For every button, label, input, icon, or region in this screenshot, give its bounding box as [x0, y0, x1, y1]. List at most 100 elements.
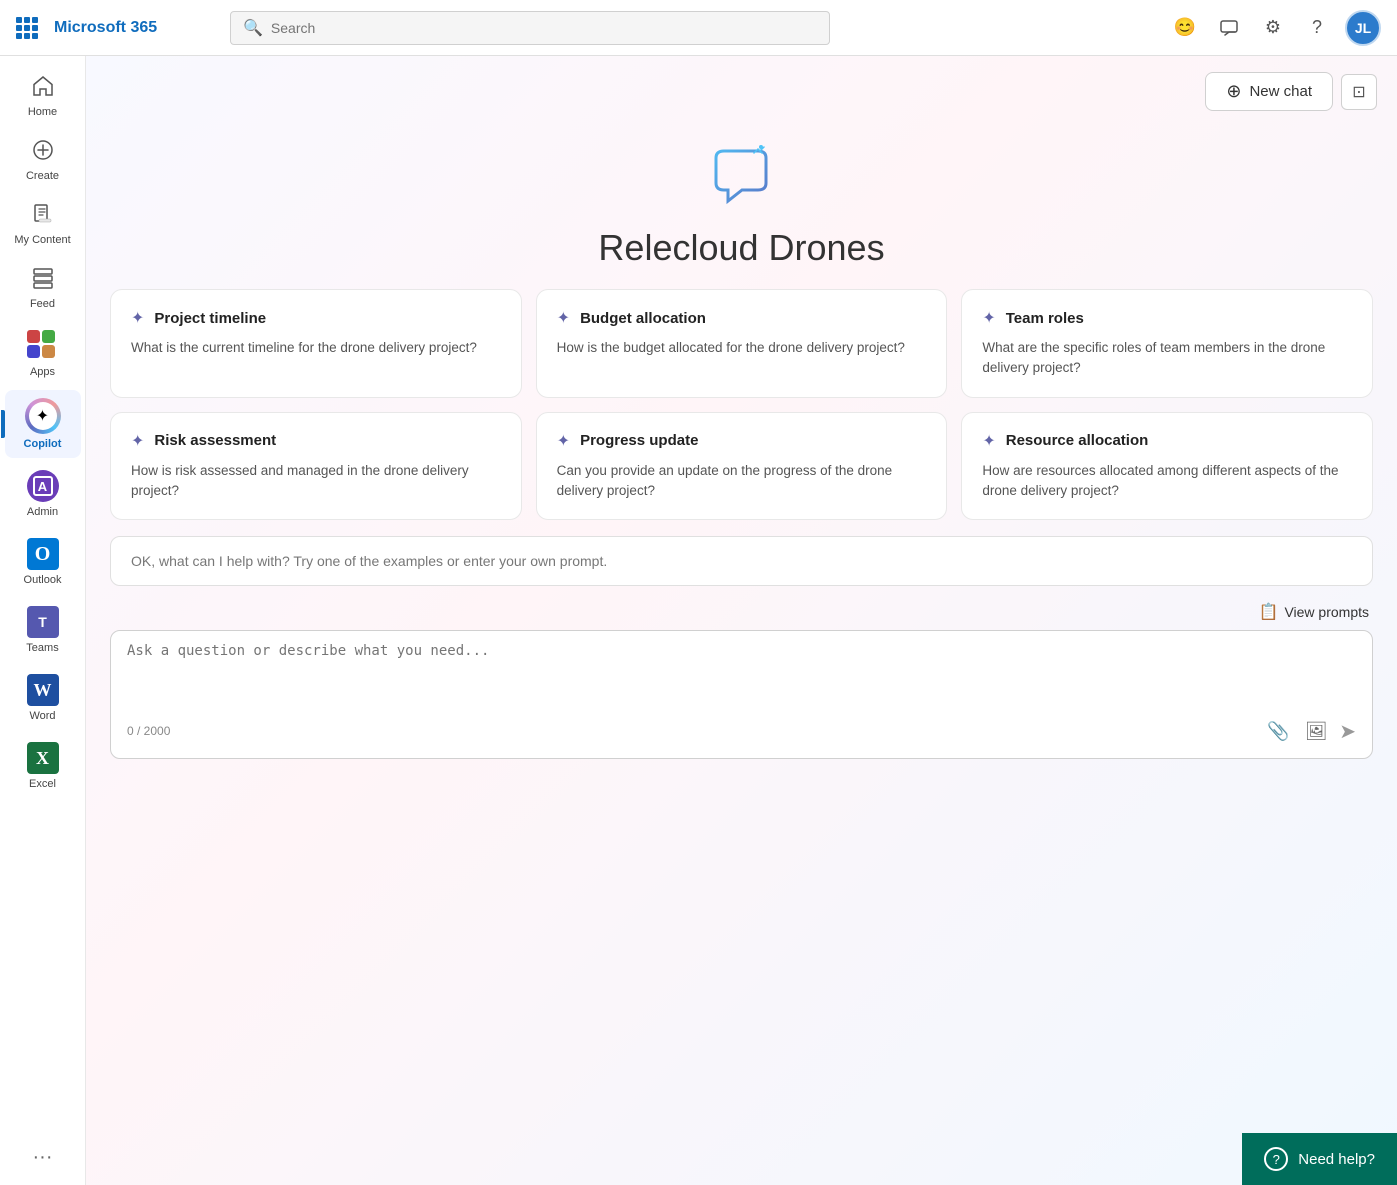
chat-input[interactable] — [127, 643, 1356, 703]
input-actions: 📎 🖼 ➤ — [1263, 716, 1356, 746]
card-budget-allocation[interactable]: ✦ Budget allocation How is the budget al… — [536, 289, 948, 398]
attach-button[interactable]: 📎 — [1263, 716, 1293, 746]
card-desc-resource-allocation: How are resources allocated among differ… — [982, 461, 1352, 502]
content-header: ⊕ New chat ⊡ — [86, 56, 1397, 119]
sidebar-item-feed[interactable]: Feed — [5, 258, 81, 318]
user-avatar[interactable]: JL — [1345, 10, 1381, 46]
card-progress-update[interactable]: ✦ Progress update Can you provide an upd… — [536, 412, 948, 521]
help-button[interactable]: ? — [1301, 12, 1333, 44]
card-title-progress-update: Progress update — [580, 432, 698, 449]
card-project-timeline[interactable]: ✦ Project timeline What is the current t… — [110, 289, 522, 398]
sidebar-label-teams: Teams — [26, 642, 58, 654]
feedback-button[interactable] — [1213, 12, 1245, 44]
sidebar-item-create[interactable]: Create — [5, 130, 81, 190]
home-icon — [31, 74, 55, 102]
card-team-roles[interactable]: ✦ Team roles What are the specific roles… — [961, 289, 1373, 398]
topbar: Microsoft 365 🔍 😊 ⚙ ? JL — [0, 0, 1397, 56]
search-input[interactable] — [271, 20, 817, 36]
emoji-button[interactable]: 😊 — [1169, 12, 1201, 44]
sidebar-label-my-content: My Content — [14, 234, 70, 246]
card-title-team-roles: Team roles — [1006, 310, 1084, 327]
topbar-actions: 😊 ⚙ ? JL — [1169, 10, 1381, 46]
wand-icon-risk-assessment: ✦ — [131, 431, 144, 451]
card-header-risk-assessment: ✦ Risk assessment — [131, 431, 501, 451]
cards-grid: ✦ Project timeline What is the current t… — [86, 289, 1397, 520]
sidebar-label-feed: Feed — [30, 298, 55, 310]
expand-icon: ⊡ — [1352, 82, 1365, 102]
wand-icon-team-roles: ✦ — [982, 308, 995, 328]
need-help-label: Need help? — [1298, 1151, 1375, 1168]
apps-icon — [27, 330, 59, 362]
sidebar-item-admin[interactable]: A Admin — [5, 462, 81, 526]
card-desc-budget-allocation: How is the budget allocated for the dron… — [557, 338, 927, 358]
outlook-icon: O — [27, 538, 59, 570]
sidebar: Home Create My Content Feed — [0, 56, 86, 1185]
sidebar-item-teams[interactable]: T Teams — [5, 598, 81, 662]
excel-icon: X — [27, 742, 59, 774]
new-chat-label: New chat — [1249, 83, 1312, 100]
sidebar-label-outlook: Outlook — [24, 574, 62, 586]
main-layout: Home Create My Content Feed — [0, 56, 1397, 1185]
hero-title: Relecloud Drones — [598, 227, 884, 269]
content-area: ⊕ New chat ⊡ — [86, 56, 1397, 1185]
feed-icon — [31, 266, 55, 294]
need-help-icon: ? — [1264, 1147, 1288, 1171]
sidebar-item-my-content[interactable]: My Content — [5, 194, 81, 254]
card-header-progress-update: ✦ Progress update — [557, 431, 927, 451]
view-prompts-icon: 📋 — [1259, 602, 1279, 622]
my-content-icon — [31, 202, 55, 230]
sidebar-item-apps[interactable]: Apps — [5, 322, 81, 386]
card-header-budget-allocation: ✦ Budget allocation — [557, 308, 927, 328]
app-name: Microsoft 365 — [54, 19, 157, 37]
need-help-button[interactable]: ? Need help? — [1242, 1133, 1397, 1185]
card-desc-risk-assessment: How is risk assessed and managed in the … — [131, 461, 501, 502]
card-resource-allocation[interactable]: ✦ Resource allocation How are resources … — [961, 412, 1373, 521]
char-count: 0 / 2000 — [127, 724, 170, 738]
sidebar-item-word[interactable]: W Word — [5, 666, 81, 730]
sidebar-label-apps: Apps — [30, 366, 55, 378]
card-risk-assessment[interactable]: ✦ Risk assessment How is risk assessed a… — [110, 412, 522, 521]
waffle-menu[interactable] — [16, 17, 38, 39]
example-prompt[interactable]: OK, what can I help with? Try one of the… — [110, 536, 1373, 586]
word-icon: W — [27, 674, 59, 706]
sidebar-label-excel: Excel — [29, 778, 56, 790]
card-desc-progress-update: Can you provide an update on the progres… — [557, 461, 927, 502]
new-chat-icon: ⊕ — [1226, 81, 1241, 102]
expand-button[interactable]: ⊡ — [1341, 74, 1377, 110]
wand-icon-budget-allocation: ✦ — [557, 308, 570, 328]
search-bar[interactable]: 🔍 — [230, 11, 830, 45]
card-desc-team-roles: What are the specific roles of team memb… — [982, 338, 1352, 379]
new-chat-button[interactable]: ⊕ New chat — [1205, 72, 1333, 111]
view-prompts-label: View prompts — [1284, 604, 1369, 620]
card-title-resource-allocation: Resource allocation — [1006, 432, 1149, 449]
card-header-resource-allocation: ✦ Resource allocation — [982, 431, 1352, 451]
sidebar-label-home: Home — [28, 106, 57, 118]
copilot-icon: ✦ — [25, 398, 61, 434]
input-area: 0 / 2000 📎 🖼 ➤ — [110, 630, 1373, 759]
image-button[interactable]: 🖼 — [1301, 716, 1331, 746]
admin-icon: A — [27, 470, 59, 502]
card-title-risk-assessment: Risk assessment — [154, 432, 276, 449]
settings-button[interactable]: ⚙ — [1257, 12, 1289, 44]
sidebar-item-outlook[interactable]: O Outlook — [5, 530, 81, 594]
card-title-budget-allocation: Budget allocation — [580, 310, 706, 327]
create-icon — [31, 138, 55, 166]
card-header-team-roles: ✦ Team roles — [982, 308, 1352, 328]
wand-icon-resource-allocation: ✦ — [982, 431, 995, 451]
example-prompt-text: OK, what can I help with? Try one of the… — [131, 553, 607, 569]
card-header-project-timeline: ✦ Project timeline — [131, 308, 501, 328]
sidebar-item-copilot[interactable]: ✦ Copilot — [5, 390, 81, 458]
input-footer: 0 / 2000 📎 🖼 ➤ — [127, 716, 1356, 746]
sidebar-item-home[interactable]: Home — [5, 66, 81, 126]
more-button[interactable]: ··· — [25, 1138, 61, 1177]
sidebar-label-admin: Admin — [27, 506, 58, 518]
view-prompts[interactable]: 📋 View prompts — [86, 598, 1397, 630]
sidebar-label-word: Word — [29, 710, 55, 722]
sidebar-item-excel[interactable]: X Excel — [5, 734, 81, 798]
wand-icon-project-timeline: ✦ — [131, 308, 144, 328]
card-desc-project-timeline: What is the current timeline for the dro… — [131, 338, 501, 358]
sidebar-label-create: Create — [26, 170, 59, 182]
teams-icon: T — [27, 606, 59, 638]
send-button[interactable]: ➤ — [1339, 719, 1356, 744]
app-logo: Microsoft 365 — [54, 19, 214, 37]
